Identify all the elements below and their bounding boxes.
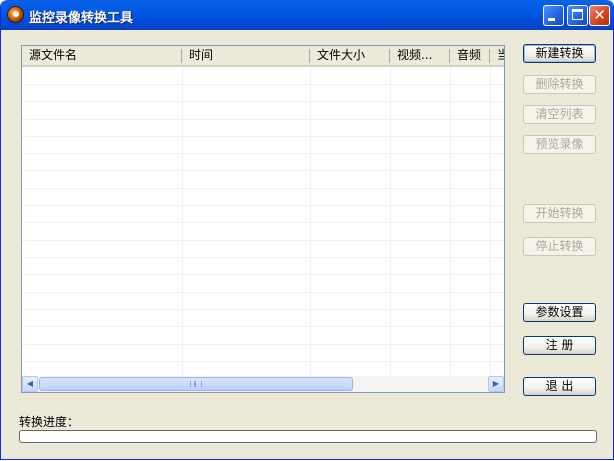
scroll-thumb[interactable] — [39, 377, 353, 391]
list-header: 源文件名 时间 文件大小 视频... 音频 当 — [22, 46, 504, 67]
arrow-right-icon: ▶ — [492, 379, 500, 388]
horizontal-scrollbar[interactable]: ◀ ▶ — [22, 376, 504, 392]
grid-line — [22, 84, 504, 85]
column-header-video[interactable]: 视频... — [390, 46, 450, 65]
file-list[interactable]: 源文件名 时间 文件大小 视频... 音频 当 ◀ ▶ — [21, 45, 505, 393]
grid-line — [22, 222, 504, 223]
exit-button[interactable]: 退 出 — [523, 377, 596, 396]
grid-line — [22, 136, 504, 137]
main-window: 监控录像转换工具 ✕ 源文件名 时间 文件大小 视频... 音频 当 ◀ ▶ 新… — [0, 0, 614, 460]
start-convert-button[interactable]: 开始转换 — [523, 204, 596, 223]
close-icon: ✕ — [593, 6, 606, 24]
grid-line — [22, 274, 504, 275]
column-header-current[interactable]: 当 — [490, 46, 504, 65]
title-bar[interactable]: 监控录像转换工具 ✕ — [1, 0, 613, 30]
grid-line — [22, 326, 504, 327]
settings-button[interactable]: 参数设置 — [523, 303, 596, 322]
column-header-audio[interactable]: 音频 — [450, 46, 490, 65]
preview-button[interactable]: 预览录像 — [523, 135, 596, 154]
maximize-icon — [572, 9, 583, 20]
grid-line — [22, 101, 504, 102]
grid-line — [22, 292, 504, 293]
new-convert-button[interactable]: 新建转换 — [523, 44, 596, 63]
progress-label: 转换进度： — [19, 415, 80, 429]
app-icon — [7, 6, 24, 23]
scroll-right-button[interactable]: ▶ — [488, 376, 504, 392]
grid-line — [22, 361, 504, 362]
minimize-icon — [548, 18, 555, 21]
column-header-time[interactable]: 时间 — [182, 46, 310, 65]
grid-line — [22, 257, 504, 258]
grid-line — [22, 170, 504, 171]
grid-line — [22, 153, 504, 154]
progress-bar — [19, 430, 597, 443]
window-title: 监控录像转换工具 — [29, 11, 134, 26]
delete-convert-button[interactable]: 删除转换 — [523, 75, 596, 94]
column-header-file-size[interactable]: 文件大小 — [310, 46, 390, 65]
maximize-button[interactable] — [567, 5, 588, 26]
arrow-left-icon: ◀ — [26, 379, 34, 388]
grid-line — [22, 119, 504, 120]
grid-line — [22, 188, 504, 189]
grid-line — [22, 205, 504, 206]
list-body[interactable] — [22, 67, 504, 376]
register-button[interactable]: 注 册 — [523, 336, 596, 355]
grid-line — [22, 344, 504, 345]
column-header-source-file[interactable]: 源文件名 — [22, 46, 182, 65]
scroll-left-button[interactable]: ◀ — [22, 376, 38, 392]
grid-line — [22, 240, 504, 241]
grid-line — [22, 309, 504, 310]
close-button[interactable]: ✕ — [589, 5, 610, 26]
clear-list-button[interactable]: 清空列表 — [523, 105, 596, 124]
minimize-button[interactable] — [543, 5, 564, 26]
stop-convert-button[interactable]: 停止转换 — [523, 237, 596, 256]
grip-icon — [190, 381, 202, 387]
